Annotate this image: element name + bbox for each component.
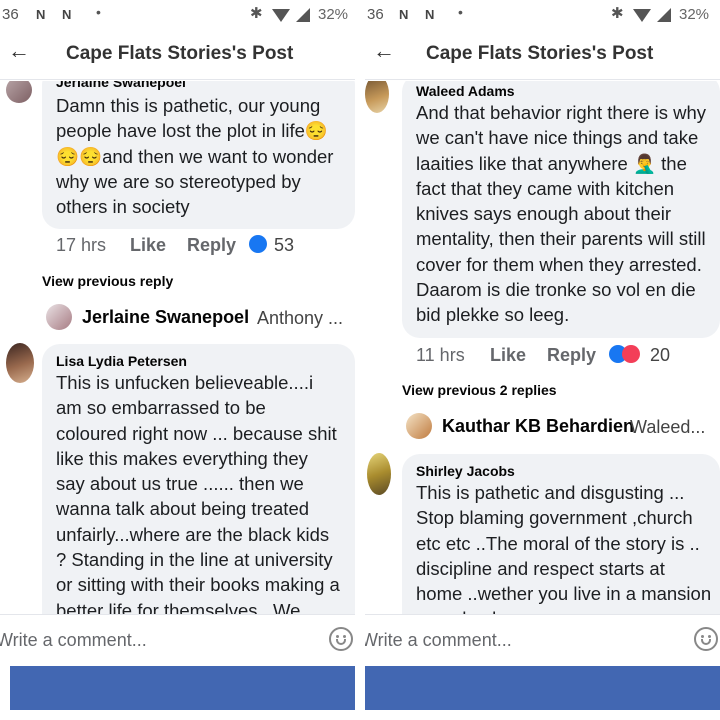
avatar[interactable] bbox=[46, 304, 72, 330]
notification-icon: N bbox=[36, 7, 46, 22]
comments-list[interactable]: Waleed Adams And that behavior right the… bbox=[365, 81, 720, 614]
bluetooth-icon: ✱ bbox=[611, 5, 624, 22]
page-title: Cape Flats Stories's Post bbox=[426, 43, 654, 64]
status-time: 36 bbox=[367, 6, 384, 23]
reply-preview-row[interactable]: Jerlaine Swanepoel Anthony ... bbox=[46, 303, 355, 333]
status-bar: 36 N N • ✱ 32% bbox=[0, 0, 355, 30]
avatar[interactable] bbox=[406, 413, 432, 439]
avatar[interactable] bbox=[6, 343, 34, 383]
post-header: ← Cape Flats Stories's Post bbox=[365, 30, 720, 80]
comment-text: And that behavior right there is why we … bbox=[416, 102, 706, 326]
view-previous-replies[interactable]: View previous reply bbox=[42, 273, 173, 289]
reaction-count[interactable]: 53 bbox=[274, 235, 294, 256]
comment-text: This is pathetic and disgusting ... Stop… bbox=[416, 482, 712, 614]
signal-icon bbox=[296, 8, 310, 22]
comment-bubble[interactable]: Shirley Jacobs This is pathetic and disg… bbox=[402, 454, 720, 614]
post-header: ← Cape Flats Stories's Post bbox=[0, 30, 355, 80]
status-time: 36 bbox=[2, 6, 19, 23]
comment-actions: 11 hrs Like Reply 20 bbox=[416, 345, 706, 369]
back-arrow-icon[interactable]: ← bbox=[373, 38, 395, 64]
comment-text: Damn this is pathetic, our young people … bbox=[56, 95, 334, 218]
reply-button[interactable]: Reply bbox=[547, 345, 596, 366]
comment-author[interactable]: Waleed Adams bbox=[416, 82, 716, 100]
page-title: Cape Flats Stories's Post bbox=[66, 43, 294, 64]
left-screenshot: 36 N N • ✱ 32% ← Cape Flats Stories's Po… bbox=[0, 0, 355, 720]
notification-icon: N bbox=[62, 7, 72, 22]
notification-icon: N bbox=[425, 7, 435, 22]
comment-author[interactable]: Shirley Jacobs bbox=[416, 462, 716, 480]
comment-author[interactable]: Jerlaine Swanepoel bbox=[56, 81, 341, 93]
comment-input[interactable]: Write a comment... bbox=[0, 630, 147, 651]
reply-preview-text: Waleed... bbox=[630, 417, 706, 437]
comment-composer[interactable]: Write a comment... bbox=[365, 614, 720, 664]
comment-composer[interactable]: Write a comment... bbox=[0, 614, 355, 664]
reply-preview-text: Anthony ... bbox=[257, 308, 344, 328]
right-screenshot: 36 N N • ✱ 32% ← Cape Flats Stories's Po… bbox=[365, 0, 720, 720]
bottom-bar bbox=[10, 666, 355, 710]
emoji-icon[interactable] bbox=[694, 627, 718, 651]
comment-actions: 17 hrs Like Reply 53 bbox=[56, 235, 346, 259]
battery-percent: 32% bbox=[679, 6, 710, 23]
dot-icon: • bbox=[458, 4, 463, 20]
reply-author[interactable]: Kauthar KB Behardien bbox=[442, 416, 634, 437]
view-previous-replies[interactable]: View previous 2 replies bbox=[402, 382, 557, 398]
avatar[interactable] bbox=[365, 81, 389, 113]
reaction-count[interactable]: 20 bbox=[650, 345, 670, 366]
avatar[interactable] bbox=[367, 453, 391, 495]
wifi-icon bbox=[633, 9, 651, 22]
battery-percent: 32% bbox=[318, 6, 349, 23]
reply-author[interactable]: Jerlaine Swanepoel bbox=[82, 307, 249, 328]
like-button[interactable]: Like bbox=[490, 345, 526, 366]
comment-bubble[interactable]: Jerlaine Swanepoel Damn this is pathetic… bbox=[42, 81, 355, 230]
reply-preview-row[interactable]: Kauthar KB Behardien Waleed... bbox=[406, 412, 720, 442]
bottom-bar bbox=[365, 666, 720, 710]
emoji-icon[interactable] bbox=[329, 627, 353, 651]
comment-bubble[interactable]: Lisa Lydia Petersen This is unfucken bel… bbox=[42, 344, 355, 614]
signal-icon bbox=[657, 8, 671, 22]
avatar[interactable] bbox=[6, 81, 32, 103]
like-reaction-icon[interactable] bbox=[249, 235, 267, 253]
love-reaction-icon[interactable] bbox=[622, 345, 640, 363]
notification-icon: N bbox=[399, 7, 409, 22]
reply-button[interactable]: Reply bbox=[187, 235, 236, 256]
comment-author[interactable]: Lisa Lydia Petersen bbox=[56, 352, 341, 370]
comment-text: This is unfucken believeable....i am so … bbox=[56, 372, 340, 614]
comments-list[interactable]: Jerlaine Swanepoel Damn this is pathetic… bbox=[0, 81, 355, 614]
dot-icon: • bbox=[96, 4, 101, 20]
bluetooth-icon: ✱ bbox=[250, 5, 263, 22]
comment-time: 11 hrs bbox=[416, 345, 465, 365]
back-arrow-icon[interactable]: ← bbox=[8, 38, 30, 64]
like-button[interactable]: Like bbox=[130, 235, 166, 256]
comment-time: 17 hrs bbox=[56, 235, 107, 255]
comment-bubble[interactable]: Waleed Adams And that behavior right the… bbox=[402, 81, 720, 338]
status-bar: 36 N N • ✱ 32% bbox=[365, 0, 720, 30]
comment-input[interactable]: Write a comment... bbox=[365, 630, 512, 651]
wifi-icon bbox=[272, 9, 290, 22]
